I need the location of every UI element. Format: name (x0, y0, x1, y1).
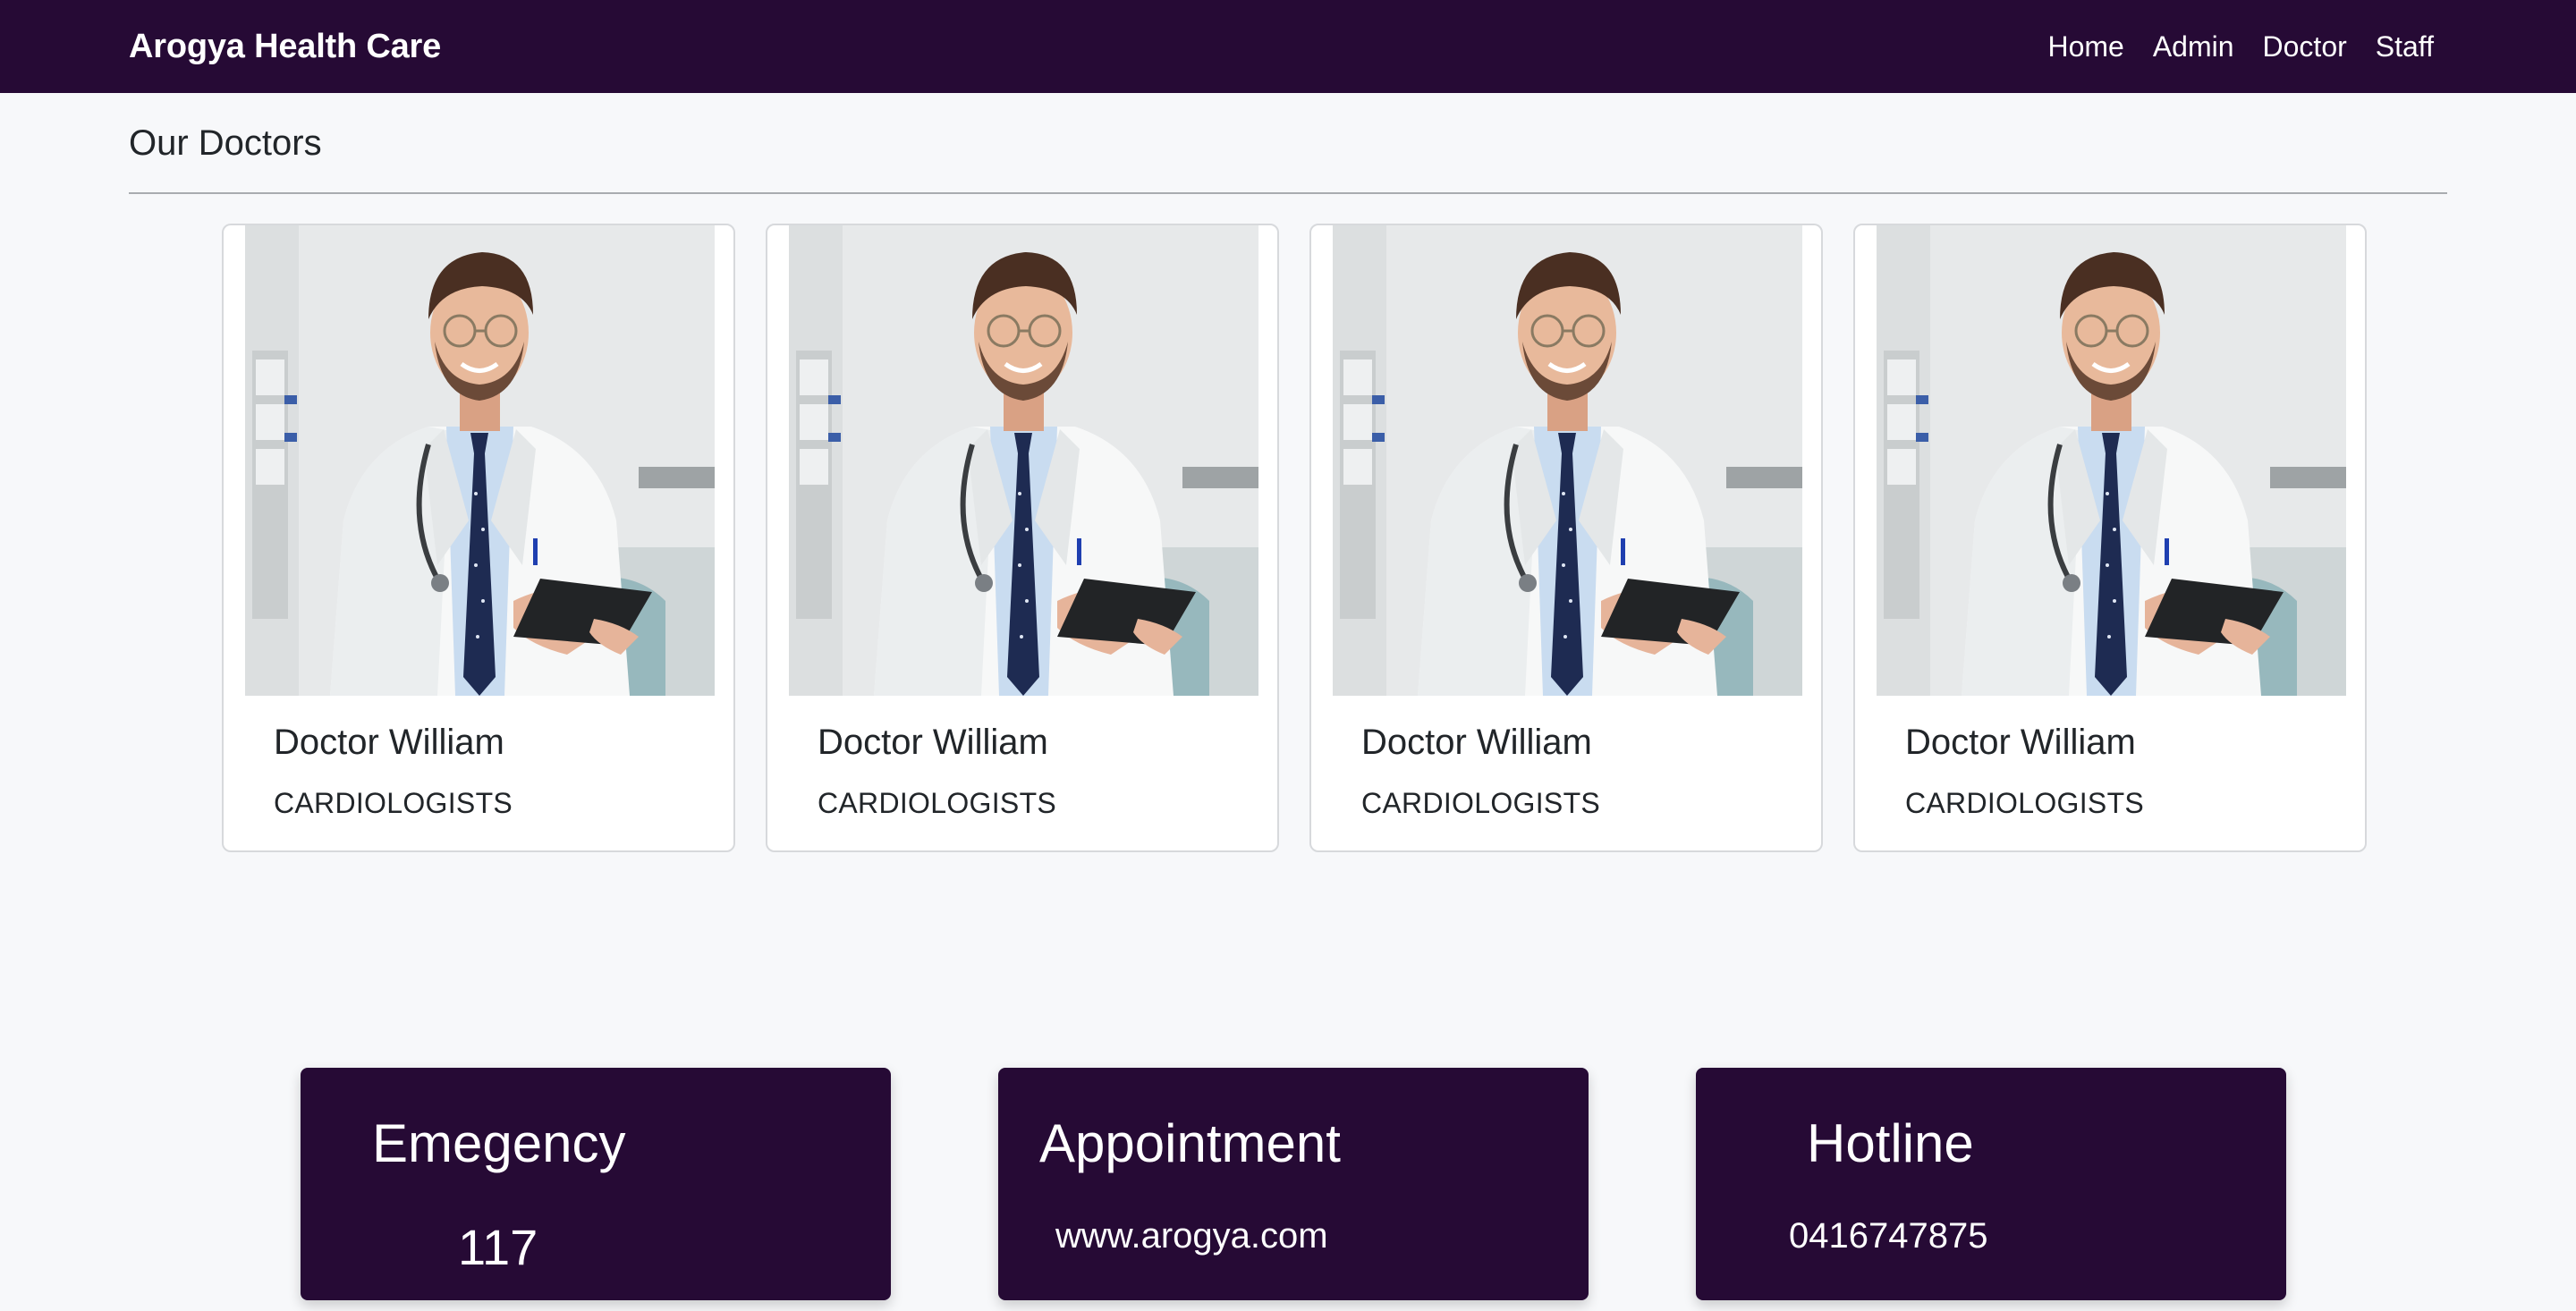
doctor-photo (789, 225, 1258, 696)
doctor-card-list: Doctor William CARDIOLOGISTS Doctor Will… (222, 224, 2367, 852)
nav-link-staff[interactable]: Staff (2361, 30, 2434, 63)
emergency-number: 117 (458, 1219, 538, 1275)
doctor-specialty: CARDIOLOGISTS (274, 787, 513, 819)
appointment-title: Appointment (1039, 1113, 1341, 1173)
doctor-name: Doctor William (1361, 723, 1592, 762)
hotline-title: Hotline (1807, 1113, 1974, 1173)
doctor-name: Doctor William (818, 723, 1048, 762)
doctor-card[interactable]: Doctor William CARDIOLOGISTS (1853, 224, 2367, 852)
section-title: Our Doctors (129, 123, 322, 163)
nav-link-admin[interactable]: Admin (2139, 30, 2249, 63)
nav-link-doctor[interactable]: Doctor (2249, 30, 2361, 63)
doctor-photo (1333, 225, 1802, 696)
appointment-website[interactable]: www.arogya.com (1055, 1216, 1328, 1256)
hotline-number: 0416747875 (1789, 1216, 1988, 1256)
hotline-box: Hotline 0416747875 (1696, 1068, 2286, 1300)
doctor-card[interactable]: Doctor William CARDIOLOGISTS (1309, 224, 1823, 852)
nav-links: Home Admin Doctor Staff (2033, 30, 2434, 63)
section-divider (129, 192, 2447, 194)
appointment-box: Appointment www.arogya.com (998, 1068, 1589, 1300)
brand-logo-link[interactable]: Arogya Health Care (129, 28, 441, 66)
doctor-name: Doctor William (1905, 723, 2136, 762)
navbar: Arogya Health Care Home Admin Doctor Sta… (0, 0, 2576, 93)
emergency-title: Emegency (372, 1113, 626, 1173)
doctor-card[interactable]: Doctor William CARDIOLOGISTS (222, 224, 735, 852)
doctor-photo (1877, 225, 2346, 696)
doctor-specialty: CARDIOLOGISTS (1361, 787, 1601, 819)
doctor-name: Doctor William (274, 723, 504, 762)
doctor-specialty: CARDIOLOGISTS (1905, 787, 2145, 819)
emergency-box: Emegency 117 (301, 1068, 891, 1300)
doctor-specialty: CARDIOLOGISTS (818, 787, 1057, 819)
doctor-photo (245, 225, 715, 696)
doctor-card[interactable]: Doctor William CARDIOLOGISTS (766, 224, 1279, 852)
nav-link-home[interactable]: Home (2033, 30, 2138, 63)
